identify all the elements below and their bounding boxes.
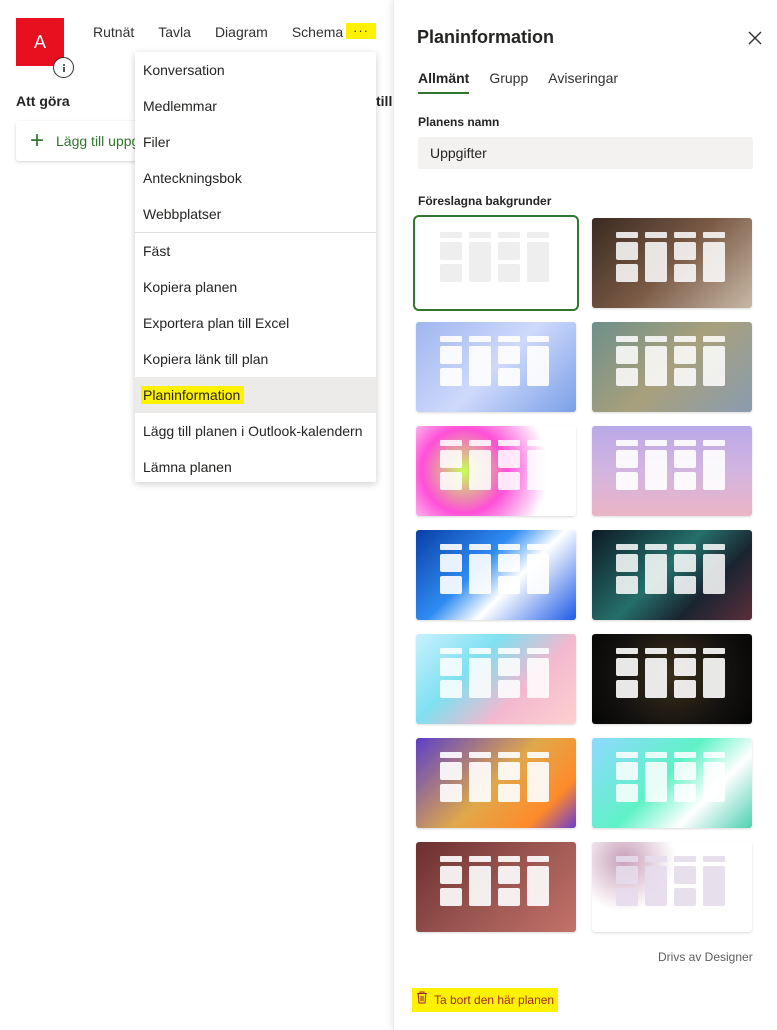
delete-plan-button[interactable]: Ta bort den här planen — [412, 988, 559, 1012]
tab-diagram[interactable]: Diagram — [215, 24, 268, 54]
background-option-teal-camo[interactable] — [592, 322, 752, 412]
background-option-paint-splash[interactable] — [416, 426, 576, 516]
plan-name-input[interactable] — [418, 137, 753, 169]
menu-item-label: Kopiera länk till plan — [143, 351, 269, 367]
board-preview — [440, 440, 552, 504]
add-task-button[interactable]: + Lägg till uppgift — [16, 121, 141, 161]
menu-item-fast[interactable]: Fäst — [135, 233, 376, 269]
tab-allmant[interactable]: Allmänt — [418, 70, 470, 94]
board-preview — [440, 752, 552, 816]
menu-item-label: Konversation — [143, 62, 225, 78]
menu-item-label: Planinformation — [141, 386, 245, 404]
more-options-button[interactable]: ··· — [346, 23, 376, 39]
board-preview — [440, 856, 552, 920]
close-icon[interactable] — [748, 31, 766, 49]
menu-item-konversation[interactable]: Konversation — [135, 52, 376, 88]
board-preview — [440, 232, 552, 296]
menu-item-medlemmar[interactable]: Medlemmar — [135, 88, 376, 124]
menu-item-label: Kopiera planen — [143, 279, 238, 295]
menu-item-label: Webbplatser — [143, 206, 222, 222]
menu-item-label: Medlemmar — [143, 98, 217, 114]
designer-credit: Drivs av Designer — [658, 950, 753, 964]
bucket-title: Att göra — [16, 93, 70, 109]
board-preview — [440, 648, 552, 712]
menu-item-kopiera-lank[interactable]: Kopiera länk till plan — [135, 341, 376, 377]
menu-item-label: Lämna planen — [143, 459, 232, 475]
board-preview — [616, 856, 728, 920]
background-option-mint-swirl[interactable] — [592, 738, 752, 828]
tab-aviseringar[interactable]: Aviseringar — [548, 70, 618, 92]
background-option-purple-orange[interactable] — [416, 738, 576, 828]
tab-schema[interactable]: Schema — [292, 24, 343, 54]
menu-item-kopiera-planen[interactable]: Kopiera planen — [135, 269, 376, 305]
menu-item-label: Filer — [143, 134, 171, 150]
menu-item-filer[interactable]: Filer — [135, 124, 376, 160]
board-preview — [616, 440, 728, 504]
board-preview — [440, 544, 552, 608]
plan-info-panel: Planinformation Allmänt Grupp Aviseringa… — [393, 0, 777, 1030]
planner-board: A Rutnät Tavla Diagram Schema ··· Att gö… — [0, 0, 393, 1030]
trash-icon — [416, 991, 428, 1009]
tab-grupp[interactable]: Grupp — [489, 70, 528, 92]
board-preview — [616, 648, 728, 712]
menu-item-planinformation[interactable]: Planinformation — [135, 377, 376, 413]
background-option-dark-shimmer[interactable] — [592, 634, 752, 724]
info-icon[interactable] — [53, 57, 74, 78]
menu-item-outlook-kalender[interactable]: Lägg till planen i Outlook-kalendern — [135, 413, 376, 449]
background-option-blue-wave[interactable] — [416, 530, 576, 620]
delete-plan-label: Ta bort den här planen — [434, 993, 555, 1007]
board-preview — [616, 752, 728, 816]
background-option-keyboard-desk[interactable] — [592, 218, 752, 308]
background-option-blue-charts[interactable] — [416, 322, 576, 412]
add-task-label: Lägg till uppgift — [56, 133, 141, 149]
panel-title: Planinformation — [417, 27, 555, 47]
board-preview — [616, 544, 728, 608]
background-option-rust-mauve[interactable] — [416, 842, 576, 932]
menu-item-anteckningsbok[interactable]: Anteckningsbok — [135, 160, 376, 196]
menu-item-label: Exportera plan till Excel — [143, 315, 290, 331]
board-preview — [616, 336, 728, 400]
background-option-dark-teal-swirl[interactable] — [592, 530, 752, 620]
bucket-title-partial: till — [376, 93, 393, 109]
backgrounds-label: Föreslagna bakgrunder — [418, 194, 552, 208]
menu-item-label: Anteckningsbok — [143, 170, 242, 186]
panel-tabs: Allmänt Grupp Aviseringar — [418, 70, 638, 94]
board-preview — [616, 232, 728, 296]
menu-item-webbplatser[interactable]: Webbplatser — [135, 196, 376, 232]
avatar-letter: A — [33, 31, 46, 52]
plus-icon: + — [30, 127, 45, 154]
more-options-menu: Konversation Medlemmar Filer Antecknings… — [135, 52, 376, 482]
tab-rutnat[interactable]: Rutnät — [93, 24, 134, 54]
menu-item-exportera-excel[interactable]: Exportera plan till Excel — [135, 305, 376, 341]
plan-name-label: Planens namn — [418, 115, 500, 129]
background-option-pastel-swirl[interactable] — [416, 634, 576, 724]
menu-item-label: Lägg till planen i Outlook-kalendern — [143, 423, 363, 439]
menu-item-label: Fäst — [143, 243, 171, 259]
menu-item-lamna-planen[interactable]: Lämna planen — [135, 449, 376, 485]
background-option-blank[interactable] — [413, 215, 579, 311]
tab-tavla[interactable]: Tavla — [158, 24, 191, 54]
background-option-lavender-pink[interactable] — [592, 426, 752, 516]
view-tabs: Rutnät Tavla Diagram Schema — [93, 24, 367, 54]
board-preview — [440, 336, 552, 400]
background-option-confetti-dots[interactable] — [592, 842, 752, 932]
